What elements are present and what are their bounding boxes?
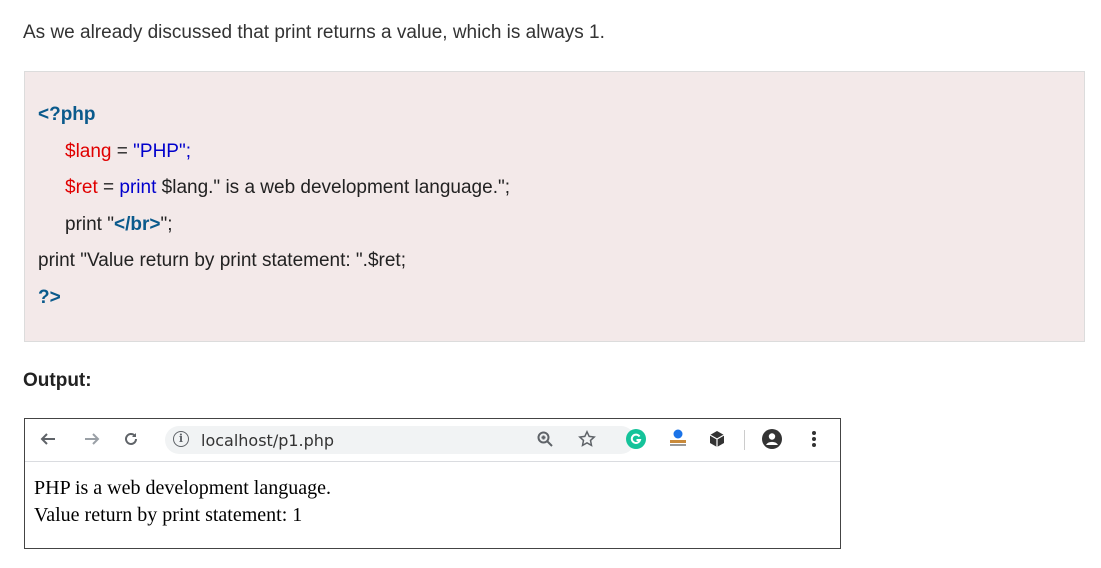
code-line-3: print "</br>";: [65, 214, 173, 235]
menu-icon[interactable]: [803, 428, 825, 450]
output-line-1: PHP is a web development language.: [34, 477, 331, 499]
address-url[interactable]: localhost/p1.php: [201, 431, 334, 450]
output-heading: Output:: [23, 370, 92, 391]
cube-icon[interactable]: [706, 428, 728, 450]
address-bar[interactable]: i localhost/p1.php: [165, 426, 635, 454]
code-line-1: $lang = "PHP";: [65, 141, 191, 162]
code-block: <?php $lang = "PHP"; $ret = print $lang.…: [24, 71, 1085, 342]
star-icon[interactable]: [576, 428, 598, 450]
code-close-tag: ?>: [38, 287, 61, 308]
code-line-4: print "Value return by print statement: …: [38, 250, 406, 271]
toolbar-separator: [744, 430, 745, 450]
code-open-tag: <?php: [38, 104, 96, 125]
forward-arrow-icon[interactable]: [81, 428, 103, 450]
grammarly-icon[interactable]: [625, 428, 647, 450]
output-line-2: Value return by print statement: 1: [34, 504, 303, 526]
extension-icon[interactable]: [667, 428, 689, 450]
intro-paragraph: As we already discussed that print retur…: [23, 22, 605, 43]
account-icon[interactable]: [761, 428, 783, 450]
browser-toolbar: i localhost/p1.php: [25, 419, 840, 462]
reload-icon[interactable]: [120, 428, 142, 450]
back-arrow-icon[interactable]: [37, 428, 59, 450]
browser-page-content: PHP is a web development language. Value…: [34, 475, 331, 529]
browser-screenshot: i localhost/p1.php PHP is a web developm…: [24, 418, 841, 549]
info-icon[interactable]: i: [173, 431, 189, 447]
code-line-2: $ret = print $lang." is a web developmen…: [65, 177, 510, 198]
zoom-icon[interactable]: [534, 428, 556, 450]
